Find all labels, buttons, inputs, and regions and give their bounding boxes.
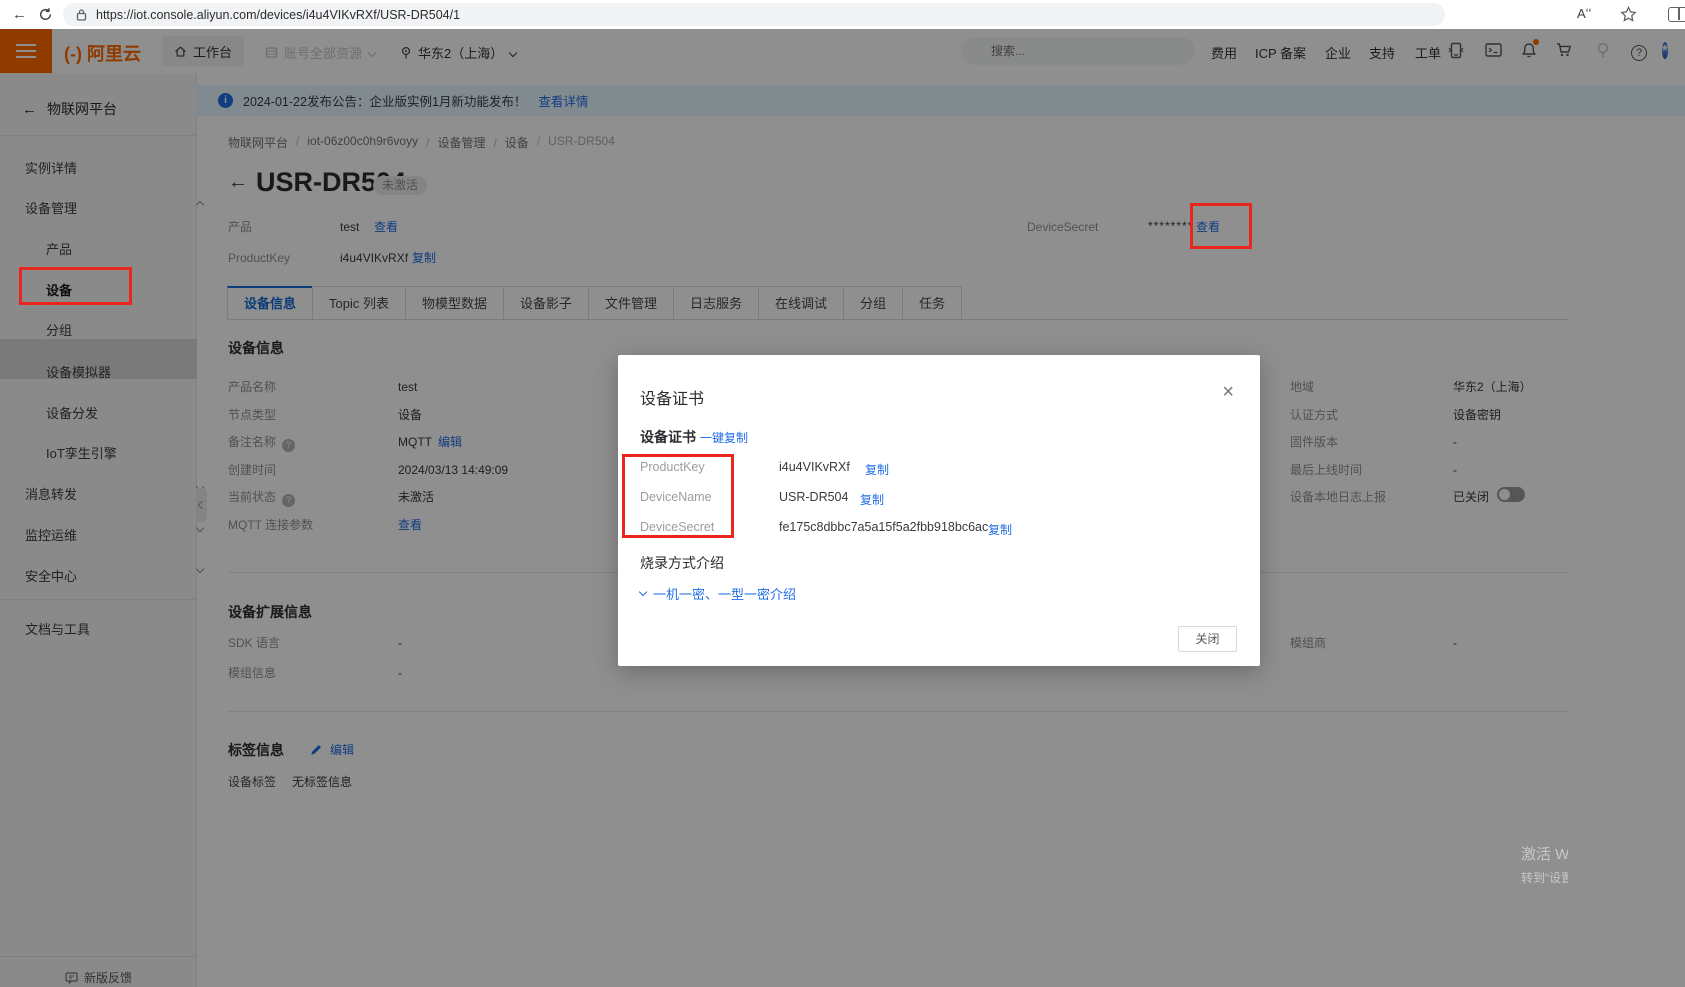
burn-method-expander[interactable]: 一机一密、一型一密介绍 (638, 584, 797, 603)
close-icon[interactable]: × (1222, 382, 1234, 402)
annotation-box-cert-labels (622, 454, 734, 538)
watermark-line1: 激活 Windows (1521, 846, 1568, 863)
url-text: https://iot.console.aliyun.com/devices/i… (96, 7, 461, 22)
screen: ← https://iot.console.aliyun.com/devices… (0, 0, 1685, 987)
cert-devicename-copy-link[interactable]: 复制 (860, 491, 884, 508)
favorites-star-icon[interactable] (1620, 6, 1637, 23)
burn-method-link: 一机一密、一型一密介绍 (653, 587, 797, 602)
certificate-section-title: 设备证书 (640, 429, 696, 445)
site-info-lock-icon[interactable] (75, 8, 88, 22)
burn-method-title: 烧录方式介绍 (640, 555, 724, 571)
cert-productkey-value: i4u4VIKvRXf (779, 460, 850, 474)
split-screen-icon[interactable] (1668, 7, 1685, 22)
url-bar[interactable]: https://iot.console.aliyun.com/devices/i… (63, 3, 1445, 26)
modal-close-button[interactable]: 关闭 (1178, 626, 1237, 652)
cert-productkey-copy-link[interactable]: 复制 (865, 461, 889, 478)
cert-devicename-value: USR-DR504 (779, 490, 849, 504)
watermark-line2: 转到“设置”以激活 Windows。 (1521, 871, 1568, 885)
annotation-box-sidebar-devices (19, 267, 132, 305)
cert-devicesecret-value: fe175c8dbbc7a5a15f5a2fbb918bc6ac (779, 520, 989, 534)
windows-activation-watermark: 激活 Windows 转到“设置”以激活 Windows。 (1521, 843, 1568, 886)
annotation-box-secret-view (1190, 203, 1252, 249)
chevron-down-icon (638, 587, 648, 597)
read-aloud-icon[interactable]: Aʻʻ (1577, 6, 1591, 21)
cert-devicesecret-copy-link[interactable]: 复制 (988, 521, 1012, 538)
copy-all-link[interactable]: 一键复制 (700, 429, 748, 446)
browser-refresh-icon[interactable] (38, 7, 53, 22)
browser-back-icon[interactable]: ← (12, 0, 27, 29)
modal-title: 设备证书 (640, 391, 705, 408)
browser-toolbar: ← https://iot.console.aliyun.com/devices… (0, 0, 1685, 29)
